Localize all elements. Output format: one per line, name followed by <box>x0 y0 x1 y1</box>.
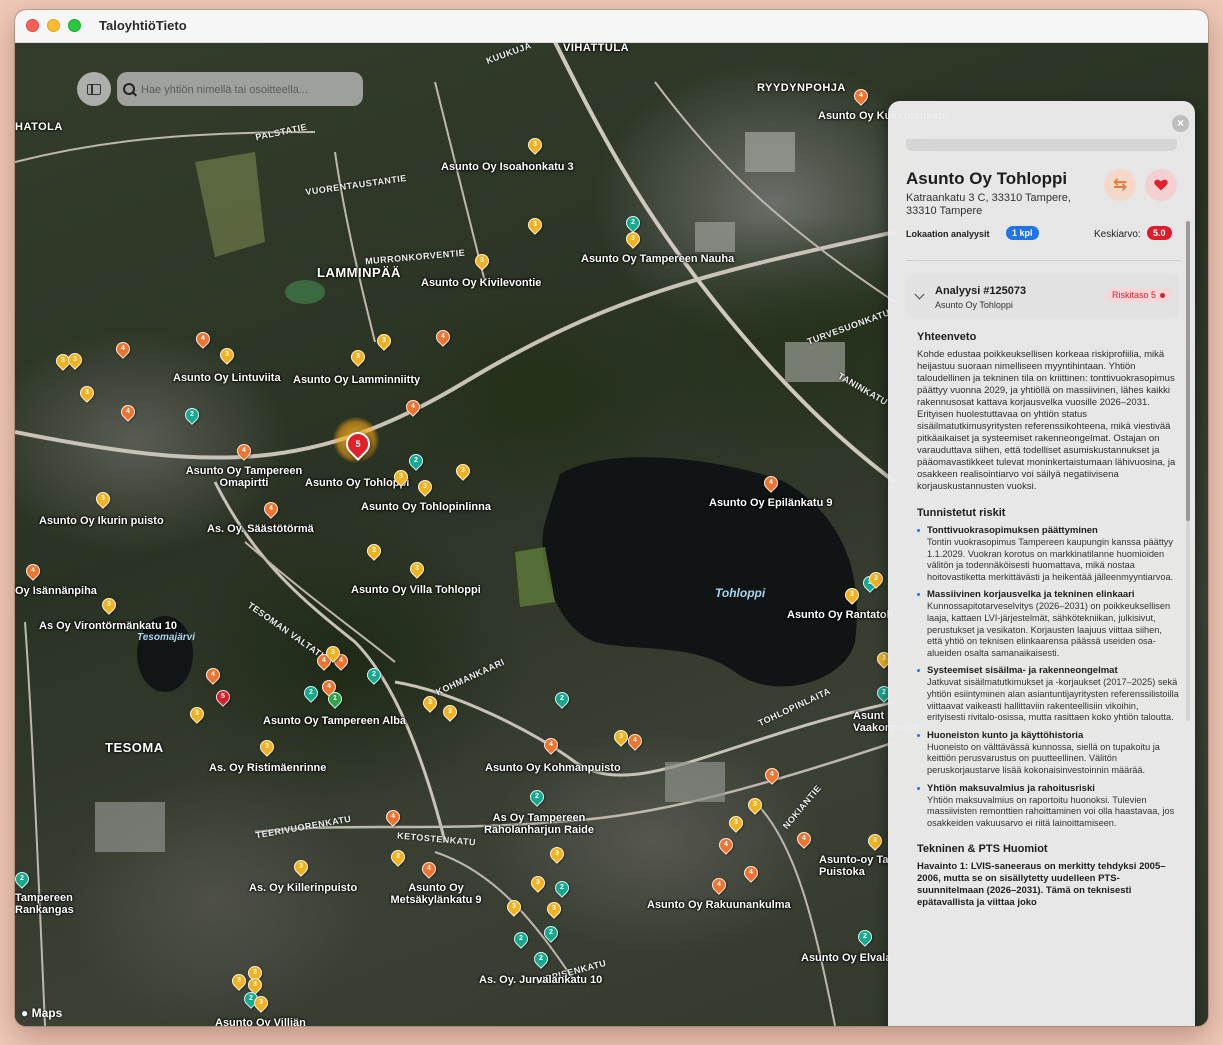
property-label[interactable]: As. Oy Ristimäenrinne <box>209 762 326 774</box>
risk-description: Huoneisto on välttävässä kunnossa, siell… <box>927 741 1160 775</box>
property-label[interactable]: As Oy Tampereen Raholanharjun Raide <box>479 812 599 836</box>
property-address: Katraankatu 3 C, 33310 Tampere, 33310 Ta… <box>906 192 1071 217</box>
risk-description: Kunnossapitotarveselvitys (2026–2031) on… <box>927 601 1171 658</box>
property-label[interactable]: Asunto-oy Ta Puistoka <box>819 854 899 878</box>
property-detail-panel: × Asunto Oy Tohloppi Katraankatu 3 C, 33… <box>888 101 1195 1026</box>
property-label[interactable]: Asunto Oy Isoahonkatu 3 <box>441 161 574 173</box>
district-label: TESOMA <box>105 740 164 755</box>
summary-heading: Yhteenveto <box>917 331 977 343</box>
risk-description: Yhtiön maksuvalmius on raportoitu huonok… <box>927 794 1175 828</box>
district-label: LAMMINPÄÄ <box>317 265 401 280</box>
risks-heading: Tunnistetut riskit <box>917 507 1006 519</box>
average-risk-badge: 5.0 <box>1147 226 1172 240</box>
minimize-window-button[interactable] <box>47 19 60 32</box>
search-bar[interactable] <box>117 72 363 106</box>
risk-item: Yhtiön maksuvalmius ja rahoitusriski Yht… <box>917 783 1179 830</box>
window-title: TaloyhtiöTieto <box>99 18 187 33</box>
property-label[interactable]: As. Oy. Jurvalankatu 10 <box>479 974 602 986</box>
location-analyses-label: Lokaation analyysit <box>906 229 990 239</box>
lake-label: Tesomajärvi <box>137 632 195 643</box>
close-panel-button[interactable]: × <box>1172 115 1189 132</box>
sidebar-icon <box>87 83 101 95</box>
property-label[interactable]: Asunto Oy Villiän <box>215 1017 306 1026</box>
property-label[interactable]: Asunto Oy Rakuunankulma <box>647 899 791 911</box>
property-label[interactable]: Asunto Oy Lamminniitty <box>293 374 420 386</box>
property-label[interactable]: Asunto Oy Metsäkylänkatu 9 <box>381 882 491 906</box>
risk-item: Systeemiset sisäilma- ja rakenneongelmat… <box>917 665 1179 723</box>
divider <box>906 260 1181 261</box>
property-label[interactable]: Asunto Oy Elvala <box>801 952 891 964</box>
favorite-button[interactable] <box>1145 169 1177 201</box>
risk-title: Tonttivuokrasopimuksen päättyminen <box>927 525 1098 536</box>
analysis-content: Yhteenveto Kohde edustaa poikkeuksellise… <box>917 331 1179 909</box>
title-bar: TaloyhtiöTieto <box>15 10 1208 43</box>
panel-header-strip <box>906 139 1177 151</box>
property-label[interactable]: Asunto Oy Tampereen Alba <box>263 715 406 727</box>
map-view[interactable]: LAMMINPÄÄ TESOMA RYYDYNPOHJA VIHATTULA H… <box>15 42 1208 1026</box>
property-label[interactable]: Asunto Oy Lintuviita <box>173 372 281 384</box>
risk-title: Yhtiön maksuvalmius ja rahoitusriski <box>927 782 1095 794</box>
property-label[interactable]: Asunto Oy Kivilevontie <box>421 277 541 289</box>
average-label: Keskiarvo: <box>1094 229 1141 240</box>
search-input[interactable] <box>139 78 358 102</box>
property-title: Asunto Oy Tohloppi <box>906 169 1068 188</box>
risk-description: Jatkuvat sisäilmatutkimukset ja -korjauk… <box>927 677 1179 723</box>
location-analyses-count: 1 kpl <box>1006 226 1039 240</box>
risk-title: Systeemiset sisäilma- ja rakenneongelmat <box>927 665 1118 677</box>
district-label: RYYDYNPOHJA <box>757 82 846 94</box>
swap-icon: ⇆ <box>1112 175 1128 194</box>
toggle-sidebar-button[interactable] <box>77 72 111 106</box>
property-label[interactable]: Asunto Oy Epilänkatu 9 <box>709 497 832 509</box>
risk-item: Tonttivuokrasopimuksen päättyminen Tonti… <box>917 525 1179 583</box>
app-window: TaloyhtiöTieto LAMMINPÄÄ TESOMA RYYDYNPO… <box>15 10 1208 1026</box>
search-icon <box>123 83 135 95</box>
risk-description: Tontin vuokrasopimus Tampereen kaupungin… <box>927 537 1174 582</box>
tech-heading: Tekninen & PTS Huomiot <box>917 843 1048 856</box>
property-label[interactable]: As. Oy. Säästötörmä <box>207 523 314 535</box>
property-label[interactable]: Asunto Oy Villa Tohloppi <box>351 584 481 596</box>
summary-text: Kohde edustaa poikkeuksellisen korkeaa r… <box>917 349 1176 492</box>
risk-level-badge: Riskitaso 5 <box>1105 288 1171 302</box>
property-label[interactable]: Asunto Oy Tohlopinlinna <box>361 501 491 513</box>
risk-title: Massiivinen korjausvelka ja tekninen eli… <box>927 589 1135 601</box>
tech-text: Havainto 1: LVIS-saneeraus on merkitty t… <box>917 861 1166 909</box>
lake-tohloppi-shape <box>542 457 857 687</box>
district-label: VIHATTULA <box>563 42 630 54</box>
district-label: HATOLA <box>15 121 63 133</box>
risk-list: Tonttivuokrasopimuksen päättyminen Tonti… <box>917 525 1179 829</box>
property-label[interactable]: Asunto Oy Tampereen Omapirtti <box>185 465 303 489</box>
property-label[interactable]: Asunto Oy Rantatoh <box>787 609 893 621</box>
lake-label: Tohloppi <box>715 586 766 600</box>
compare-button[interactable]: ⇆ <box>1104 169 1136 201</box>
analysis-title: Analyysi #125073 <box>935 285 1027 297</box>
close-window-button[interactable] <box>26 19 39 32</box>
zoom-window-button[interactable] <box>68 19 81 32</box>
scrollbar-thumb[interactable] <box>1186 221 1190 521</box>
apple-logo-icon: ● <box>21 1006 29 1020</box>
property-label[interactable]: Asunto Oy Ikurin puisto <box>39 515 164 527</box>
risk-item: Massiivinen korjausvelka ja tekninen eli… <box>917 589 1179 659</box>
heart-icon <box>1154 179 1168 191</box>
analysis-subtitle: Asunto Oy Tohloppi <box>935 300 1013 310</box>
property-label[interactable]: Asunto Oy Tampereen Nauha <box>581 253 734 265</box>
property-label[interactable]: Oy Isännänpiha <box>15 585 97 597</box>
maps-attribution: ● Maps <box>21 1006 63 1020</box>
risk-title: Huoneiston kunto ja käyttöhistoria <box>927 729 1084 741</box>
property-label[interactable]: As. Oy Killerinpuisto <box>249 882 357 894</box>
chevron-down-icon <box>914 289 925 300</box>
property-label[interactable]: As Oy Virontörmänkatu 10 <box>39 620 177 632</box>
risk-item: Huoneiston kunto ja käyttöhistoria Huone… <box>917 730 1179 777</box>
analysis-card-header[interactable]: Analyysi #125073 Asunto Oy Tohloppi Risk… <box>906 274 1179 318</box>
property-label[interactable]: Tampereen Rankangas <box>15 892 85 916</box>
property-label[interactable]: Asunto Oy Kohmanpuisto <box>485 762 621 774</box>
